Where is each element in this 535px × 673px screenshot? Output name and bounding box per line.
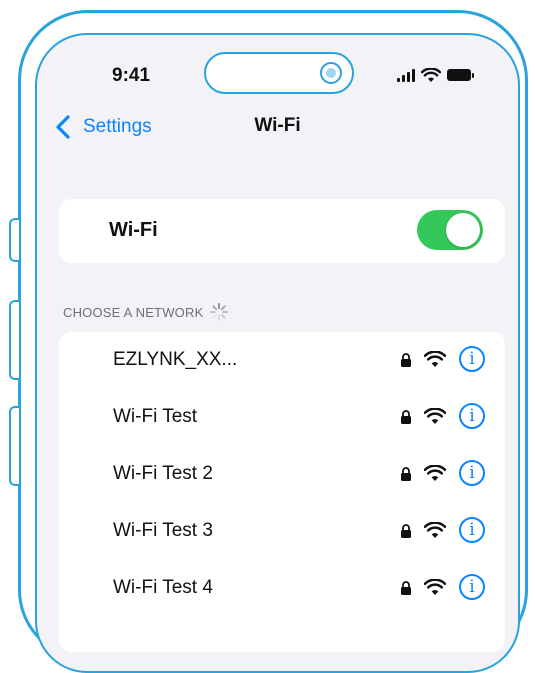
cellular-signal-icon (397, 68, 415, 82)
info-icon[interactable]: i (459, 403, 485, 429)
info-icon[interactable]: i (459, 574, 485, 600)
network-list: EZLYNK_XX... i Wi-Fi Test i Wi-Fi Test 2… (59, 332, 505, 652)
front-camera-icon (320, 62, 342, 84)
wifi-signal-icon (424, 351, 446, 367)
phone-screen: 9:41 Settings Wi-Fi Wi-Fi CHOOSE A NETWO… (35, 33, 520, 673)
network-name: EZLYNK_XX... (113, 349, 238, 370)
wifi-toggle-switch[interactable] (417, 210, 483, 250)
status-time: 9:41 (112, 65, 151, 86)
dynamic-island (204, 52, 354, 94)
lock-icon (401, 467, 411, 481)
wifi-signal-icon (424, 465, 446, 481)
section-header-label: CHOOSE A NETWORK (63, 304, 204, 320)
wifi-toggle-row: Wi-Fi (59, 199, 505, 263)
loading-spinner-icon (210, 303, 229, 321)
volume-up-button (9, 300, 19, 380)
status-icons (397, 67, 474, 83)
status-bar: 9:41 (37, 35, 518, 105)
wifi-signal-icon (424, 522, 446, 538)
lock-icon (401, 524, 411, 538)
page-title: Wi-Fi (254, 115, 301, 136)
lock-icon (401, 353, 411, 367)
lock-icon (401, 410, 411, 424)
navigation-bar: Settings Wi-Fi (37, 105, 518, 149)
network-name: Wi-Fi Test 3 (113, 520, 213, 541)
section-header-networks: CHOOSE A NETWORK (63, 302, 229, 322)
network-row[interactable]: Wi-Fi Test 3 i (59, 503, 505, 559)
volume-down-button (9, 406, 19, 486)
toggle-knob (446, 213, 480, 247)
wifi-signal-icon (424, 579, 446, 595)
network-row[interactable]: Wi-Fi Test 4 i (59, 560, 505, 616)
network-name: Wi-Fi Test 4 (113, 577, 213, 598)
info-icon[interactable]: i (459, 460, 485, 486)
network-row[interactable]: Wi-Fi Test 2 i (59, 446, 505, 502)
network-row[interactable]: Wi-Fi Test i (59, 389, 505, 445)
battery-icon (447, 69, 474, 81)
lock-icon (401, 581, 411, 595)
network-name: Wi-Fi Test 2 (113, 463, 213, 484)
wifi-toggle-label: Wi-Fi (109, 219, 158, 241)
network-name: Wi-Fi Test (113, 406, 198, 427)
action-button (9, 218, 19, 262)
info-icon[interactable]: i (459, 517, 485, 543)
wifi-signal-icon (424, 408, 446, 424)
network-row[interactable]: EZLYNK_XX... i (59, 332, 505, 388)
wifi-status-icon (421, 67, 441, 82)
info-icon[interactable]: i (459, 346, 485, 372)
